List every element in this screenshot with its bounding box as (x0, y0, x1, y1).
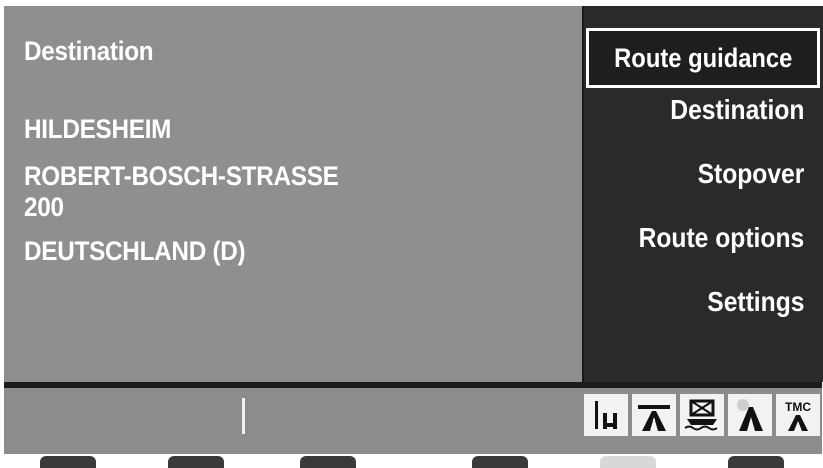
status-divider (242, 398, 245, 434)
status-bar: TMC (4, 388, 822, 440)
menu-item-label: Route guidance (613, 43, 793, 73)
motorway-icon[interactable] (632, 394, 676, 436)
destination-panel: Destination HILDESHEIM ROBERT-BOSCH-STRA… (4, 6, 582, 382)
hard-key[interactable] (728, 456, 784, 468)
menu-item-stopover[interactable]: Stopover (697, 158, 804, 190)
destination-house-number: 200 (24, 192, 64, 222)
destination-city: HILDESHEIM (24, 114, 172, 144)
ferry-icon[interactable] (584, 394, 628, 436)
navigation-menu: Route guidance Destination Stopover Rout… (582, 6, 823, 382)
menu-item-route-options[interactable]: Route options (638, 222, 804, 254)
menu-item-settings[interactable]: Settings (707, 286, 804, 318)
panel-heading: Destination (24, 36, 154, 66)
hard-key[interactable] (600, 456, 656, 468)
destination-street: ROBERT-BOSCH-STRASSE (24, 161, 339, 191)
hard-key[interactable] (168, 456, 224, 468)
hard-key[interactable] (40, 456, 96, 468)
tmc-traffic-icon[interactable]: TMC (776, 394, 820, 436)
hard-key[interactable] (300, 456, 356, 468)
car-train-icon[interactable] (680, 394, 724, 436)
toll-road-icon[interactable] (728, 394, 772, 436)
navigation-screen: Destination HILDESHEIM ROBERT-BOSCH-STRA… (4, 6, 823, 454)
destination-country: DEUTSCHLAND (D) (24, 236, 246, 266)
menu-item-destination[interactable]: Destination (670, 94, 804, 126)
route-option-icons: TMC (584, 394, 820, 436)
menu-item-route-guidance[interactable]: Route guidance (586, 28, 820, 88)
hard-key[interactable] (472, 456, 528, 468)
tmc-label: TMC (785, 400, 811, 414)
